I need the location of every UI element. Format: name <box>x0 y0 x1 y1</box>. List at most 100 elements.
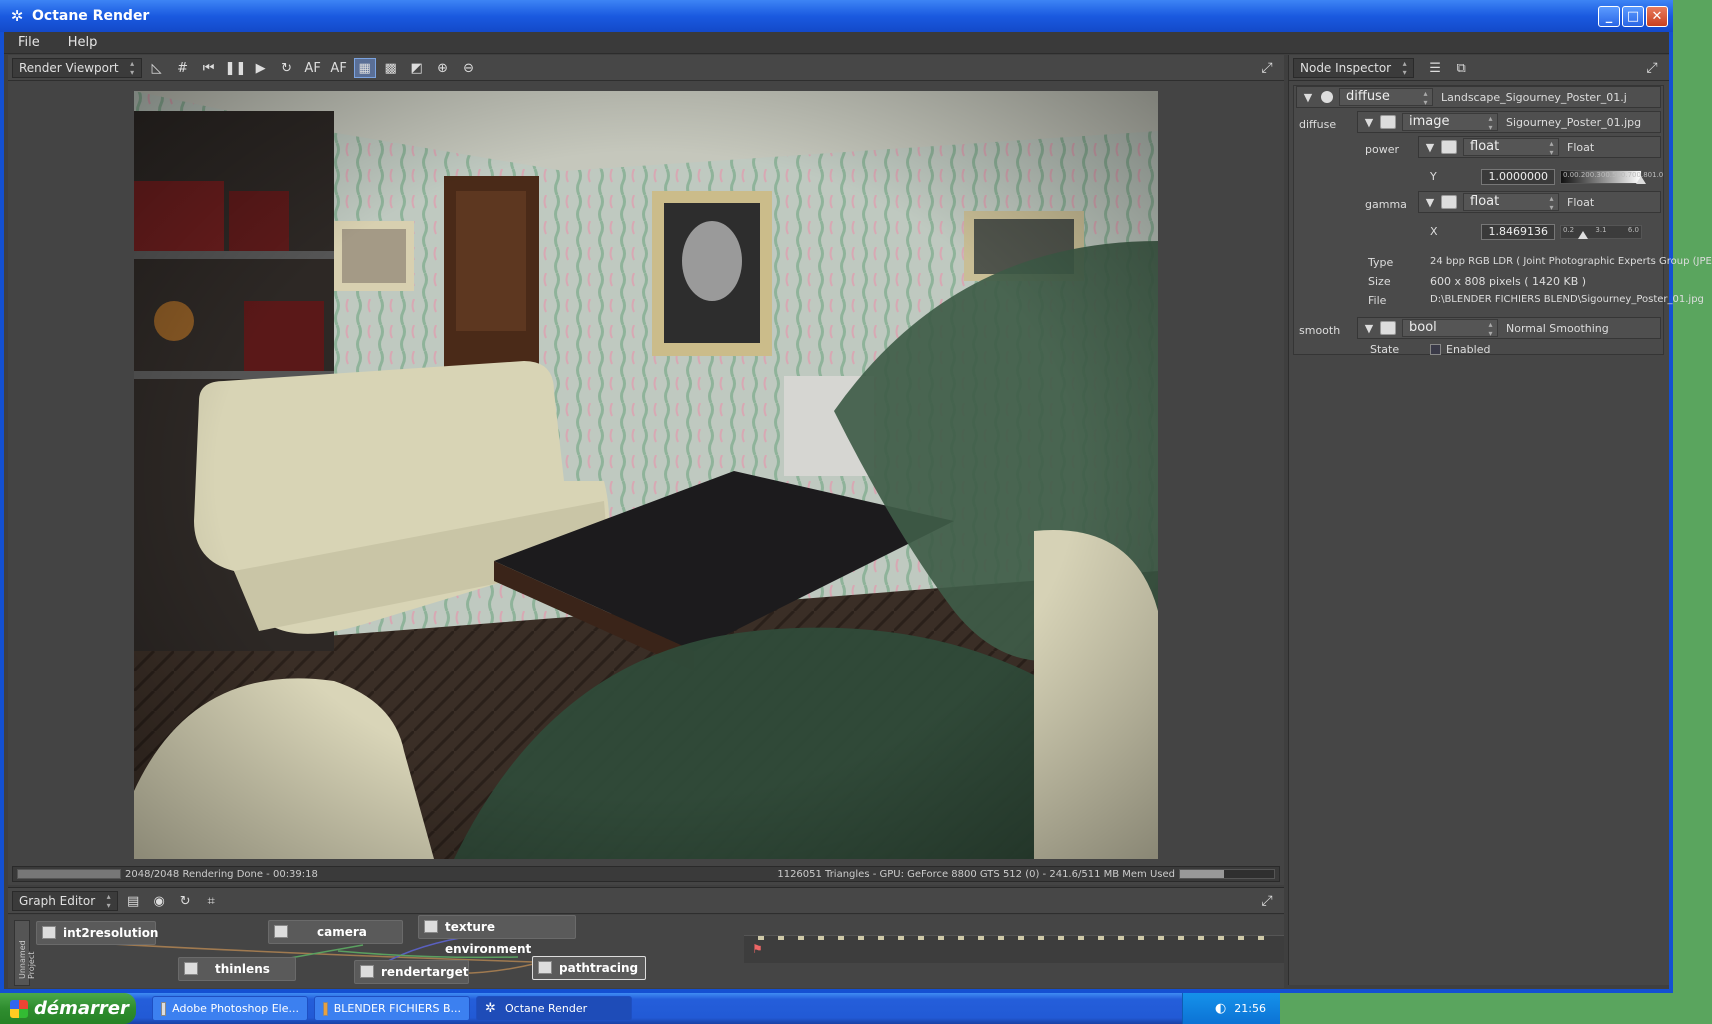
start-button[interactable]: démarrer <box>0 993 136 1024</box>
enabled-checkbox[interactable] <box>1430 344 1441 355</box>
gamma-value-field[interactable]: 1.8469136 <box>1481 224 1555 240</box>
restart-icon[interactable]: ⏮ <box>198 58 220 78</box>
power-axis-label: Y <box>1430 170 1437 183</box>
smooth-type-select[interactable]: bool <box>1402 319 1498 338</box>
power-value-field[interactable]: 1.0000000 <box>1481 169 1555 185</box>
viewport-maximize-icon[interactable]: ⤢ <box>1258 59 1276 77</box>
slider-tick-label: 0.70 <box>1620 171 1637 179</box>
close-button[interactable]: ✕ <box>1646 6 1668 27</box>
task-photoshop[interactable]: Adobe Photoshop Ele... <box>152 996 308 1021</box>
grid-icon[interactable]: # <box>172 58 194 78</box>
slider-thumb[interactable] <box>1578 231 1589 239</box>
node-inspector-panel: Node Inspector ☰ ⧉ ⤢ ▼ diffuse Landscape… <box>1288 55 1712 985</box>
node-rendertarget[interactable]: rendertarget <box>354 960 469 984</box>
expand-icon[interactable]: ▼ <box>1362 322 1376 335</box>
diffuse-node-row[interactable]: ▼ diffuse Landscape_Sigourney_Poster_01.… <box>1296 86 1661 108</box>
power-node-row[interactable]: ▼ float Float <box>1418 136 1661 158</box>
slider-thumb[interactable] <box>1636 176 1646 184</box>
node-graph-canvas[interactable]: Unnamed Project int2resolution camera te… <box>8 915 1284 988</box>
slider-tick-label: 0.50 <box>1605 171 1621 179</box>
refresh-icon[interactable]: ↻ <box>276 58 298 78</box>
gamma-axis-label: X <box>1430 225 1438 238</box>
inspector-toolbar: Node Inspector ☰ ⧉ ⤢ <box>1289 55 1669 81</box>
node-icon <box>424 920 438 933</box>
alpha-icon[interactable]: ◩ <box>406 58 428 78</box>
task-octane[interactable]: ✲ Octane Render <box>476 996 632 1021</box>
node-texture-environment[interactable]: texture environment <box>418 915 576 956</box>
copy-icon[interactable]: ⧉ <box>1450 58 1472 78</box>
float-node-icon <box>1441 140 1457 154</box>
menu-file[interactable]: File <box>4 35 54 50</box>
reload-icon[interactable]: ↻ <box>174 891 196 911</box>
play-icon[interactable]: ▶ <box>250 58 272 78</box>
power-slider[interactable]: 0.0 0.20 0.30 0.50 0.70 0.80 1.0 <box>1560 170 1663 184</box>
load-node-icon[interactable]: ▤ <box>122 891 144 911</box>
zoom-out-icon[interactable]: ⊖ <box>458 58 480 78</box>
gamma-type-select[interactable]: float <box>1463 193 1559 212</box>
power-type-select[interactable]: float <box>1463 138 1559 157</box>
info-file-value: D:\BLENDER FICHIERS BLEND\Sigourney_Post… <box>1430 294 1704 305</box>
pause-icon[interactable]: ❚❚ <box>224 58 247 78</box>
collapse-icon[interactable]: ☰ <box>1424 58 1446 78</box>
expand-icon[interactable]: ▼ <box>1301 91 1315 104</box>
autofocus-picker-icon[interactable]: AF <box>328 58 350 78</box>
project-side-tab[interactable]: Unnamed Project <box>14 920 36 986</box>
inspector-tree: ▼ diffuse Landscape_Sigourney_Poster_01.… <box>1293 85 1712 356</box>
image-texture-icon <box>1380 115 1396 129</box>
menu-help[interactable]: Help <box>54 35 112 50</box>
region-icon[interactable]: ◺ <box>146 58 168 78</box>
graph-maximize-icon[interactable]: ⤢ <box>1258 892 1276 910</box>
graph-timeline[interactable]: ⚑ <box>744 935 1284 963</box>
graph-toolbar: Graph Editor ▤ ◉ ↻ ⌗ ⤢ <box>8 888 1284 914</box>
task-blender-folder[interactable]: BLENDER FICHIERS B... <box>314 996 470 1021</box>
octane-task-icon: ✲ <box>485 1000 496 1016</box>
node-int2resolution[interactable]: int2resolution <box>36 921 158 945</box>
graph-selector[interactable]: Graph Editor <box>12 890 119 911</box>
node-pathtracing[interactable]: pathtracing <box>532 956 646 980</box>
slider-tick-label: 1.0 <box>1652 171 1664 179</box>
diffuse-type-select[interactable]: diffuse <box>1339 88 1433 107</box>
inspector-maximize-icon[interactable]: ⤢ <box>1643 59 1661 77</box>
state-label: State <box>1370 343 1400 356</box>
add-material-icon[interactable]: ◉ <box>148 891 170 911</box>
gpu-status: 1126051 Triangles - GPU: GeForce 8800 GT… <box>777 868 1175 880</box>
render-image[interactable] <box>134 91 1158 859</box>
smooth-node-row[interactable]: ▼ bool Normal Smoothing <box>1357 317 1661 339</box>
zoom-in-icon[interactable]: ⊕ <box>432 58 454 78</box>
autofocus-icon[interactable]: AF <box>302 58 324 78</box>
image-node-row[interactable]: ▼ image Sigourney_Poster_01.jpg <box>1357 111 1661 133</box>
slider-tick-label: 0.2 <box>1563 226 1575 234</box>
enabled-label: Enabled <box>1446 343 1491 356</box>
timeline-marker-icon: ⚑ <box>752 942 763 956</box>
tray-network-icon[interactable]: ◐ <box>1215 1001 1226 1016</box>
image-node-name: Sigourney_Poster_01.jpg <box>1506 115 1642 129</box>
window-title: Octane Render <box>32 8 150 24</box>
node-camera[interactable]: camera <box>268 920 403 944</box>
node-icon <box>184 962 198 975</box>
expand-icon[interactable]: ▼ <box>1362 116 1376 129</box>
memory-bar <box>1179 869 1275 879</box>
checker-icon[interactable]: ▩ <box>380 58 402 78</box>
gamma-slider[interactable]: 0.2 3.1 6.0 <box>1560 225 1642 239</box>
expand-icon[interactable]: ▼ <box>1423 141 1437 154</box>
title-bar[interactable]: ✲ Octane Render _ □ ✕ <box>0 0 1673 32</box>
tidy-icon[interactable]: ⌗ <box>200 891 222 911</box>
gamma-node-row[interactable]: ▼ float Float <box>1418 191 1661 213</box>
diffuse-label: diffuse <box>1299 118 1337 131</box>
info-size-label: Size <box>1368 275 1391 288</box>
render-mode-icon[interactable]: ▦ <box>353 57 376 78</box>
node-thinlens[interactable]: thinlens <box>178 957 296 981</box>
viewport-status-bar: 2048/2048 Rendering Done - 00:39:18 1126… <box>12 866 1280 882</box>
expand-icon[interactable]: ▼ <box>1423 196 1437 209</box>
image-type-select[interactable]: image <box>1402 113 1498 132</box>
maximize-button[interactable]: □ <box>1622 6 1644 27</box>
photoshop-icon <box>161 1001 167 1016</box>
info-file-label: File <box>1368 294 1387 307</box>
viewport-selector[interactable]: Render Viewport <box>12 57 142 78</box>
clock: 21:56 <box>1234 1002 1266 1015</box>
inspector-selector[interactable]: Node Inspector <box>1293 57 1415 78</box>
gamma-kind: Float <box>1567 195 1595 209</box>
graph-editor-panel: Graph Editor ▤ ◉ ↻ ⌗ ⤢ Unnamed Project i… <box>8 887 1284 988</box>
octane-window: ✲ Octane Render _ □ ✕ File Help Render V… <box>0 0 1712 993</box>
minimize-button[interactable]: _ <box>1598 6 1620 27</box>
